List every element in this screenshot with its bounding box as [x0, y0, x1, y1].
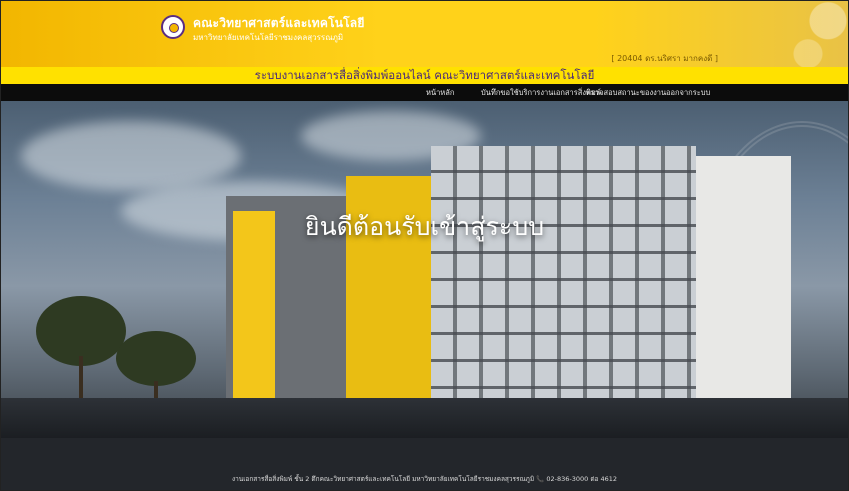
site-header: คณะวิทยาศาสตร์และเทคโนโลยี มหาวิทยาลัยเท… — [1, 1, 848, 67]
page-frame: คณะวิทยาศาสตร์และเทคโนโลยี มหาวิทยาลัยเท… — [0, 0, 849, 491]
building-annex — [696, 156, 791, 431]
nav-item-logout[interactable]: ออกจากระบบ — [666, 84, 710, 101]
main-nav: หน้าหลัก บันทึกขอใช้บริการงานเอกสารสิ่งพ… — [1, 84, 848, 101]
footer-contact: งานเอกสารสื่อสิ่งพิมพ์ ชั้น 2 ตึกคณะวิทย… — [231, 475, 618, 483]
nav-item-home[interactable]: หน้าหลัก — [426, 84, 454, 101]
brand-subtitle: มหาวิทยาลัยเทคโนโลยีราชมงคลสุวรรณภูมิ — [193, 33, 344, 42]
nav-item-check-status[interactable]: ตรวจสอบสถานะของงาน — [586, 84, 666, 101]
header-ornament — [748, 1, 848, 67]
hero-banner: ยินดีต้อนรับเข้าสู่ระบบ — [1, 101, 848, 438]
sky-cloud — [21, 121, 241, 191]
site-footer: งานเอกสารสื่อสิ่งพิมพ์ ชั้น 2 ตึกคณะวิทย… — [1, 438, 848, 490]
ground — [1, 398, 848, 438]
welcome-heading: ยินดีต้อนรับเข้าสู่ระบบ — [304, 212, 545, 241]
nav-item-request-service[interactable]: บันทึกขอใช้บริการงานเอกสารสิ่งพิมพ์ — [481, 84, 601, 101]
building-facade — [431, 146, 696, 431]
faculty-logo[interactable] — [161, 15, 185, 39]
system-title: ระบบงานเอกสารสื่อสิ่งพิมพ์ออนไลน์ คณะวิท… — [1, 67, 848, 84]
user-info: [ 20404 ดร.นริศรา มากคงดี ] — [611, 54, 718, 63]
tree — [116, 331, 196, 386]
